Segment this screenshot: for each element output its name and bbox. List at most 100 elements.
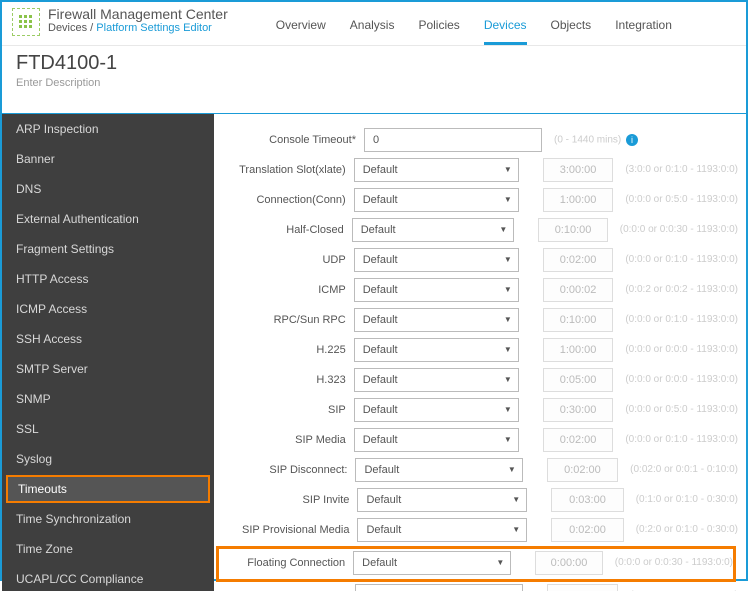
sidebar-item-icmp-access[interactable]: ICMP Access — [2, 294, 214, 324]
top-nav: Overview Analysis Policies Devices Objects In… — [276, 12, 672, 45]
breadcrumb: Devices / Platform Settings Editor — [48, 22, 228, 34]
sidebar-item-time-zone[interactable]: Time Zone — [2, 534, 214, 564]
breadcrumb-current[interactable]: Platform Settings Editor — [96, 22, 212, 34]
chevron-down-icon: ▼ — [504, 165, 512, 174]
select-dropdown[interactable]: Default▼ — [355, 584, 522, 591]
value-display: 0:02:00 — [547, 458, 618, 482]
select-value: Default — [363, 374, 398, 386]
brand: Firewall Management Center Devices / Pla… — [48, 6, 228, 34]
chevron-down-icon: ▼ — [496, 558, 504, 567]
row-label: SIP Invite — [214, 494, 357, 506]
sidebar-item-ucapl-cc-compliance[interactable]: UCAPL/CC Compliance — [2, 564, 214, 591]
sidebar-item-time-synchronization[interactable]: Time Synchronization — [2, 504, 214, 534]
select-value: Default — [366, 494, 401, 506]
select-value: Default — [363, 344, 398, 356]
chevron-down-icon: ▼ — [504, 405, 512, 414]
sidebar-item-snmp[interactable]: SNMP — [2, 384, 214, 414]
row-label: SIP Provisional Media — [214, 524, 357, 536]
select-dropdown[interactable]: Default▼ — [355, 458, 522, 482]
select-dropdown[interactable]: Default ▼ — [354, 158, 519, 182]
row-hint: (0:2:0 or 0:1:0 - 0:30:0) — [636, 524, 738, 535]
value-display: 0:00:02 — [543, 278, 614, 302]
sidebar-item-syslog[interactable]: Syslog — [2, 444, 214, 474]
form-row: SIP InviteDefault▼0:03:00(0:1:0 or 0:1:0… — [214, 486, 738, 513]
form-row: Xlate-PATDefault▼0:00:30(0:0:30 or 0:0:3… — [214, 582, 738, 591]
highlighted-row: Floating ConnectionDefault▼0:00:00(0:0:0… — [216, 546, 736, 582]
chevron-down-icon: ▼ — [504, 345, 512, 354]
select-dropdown[interactable]: Default▼ — [357, 518, 527, 542]
sidebar-item-banner[interactable]: Banner — [2, 144, 214, 174]
chevron-down-icon: ▼ — [508, 465, 516, 474]
select-dropdown[interactable]: Default▼ — [354, 248, 519, 272]
row-hint: (0:0:2 or 0:0:2 - 1193:0:0) — [625, 284, 738, 295]
row-label: H.323 — [214, 374, 354, 386]
row-label: UDP — [214, 254, 354, 266]
row-hint: (0:0:0 or 0:0:30 - 1193:0:0) — [620, 224, 738, 235]
sidebar-item-http-access[interactable]: HTTP Access — [2, 264, 214, 294]
form-row: SIP Provisional MediaDefault▼ 0:02:00 (0:2… — [214, 516, 738, 543]
select-dropdown[interactable]: Default▼ — [354, 428, 519, 452]
breadcrumb-root[interactable]: Devices — [48, 22, 87, 34]
row-hint: (0:0:0 or 0:0:0 - 1193:0:0) — [625, 344, 738, 355]
select-dropdown[interactable]: Default▼ — [353, 551, 511, 575]
nav-overview[interactable]: Overview — [276, 12, 326, 45]
row-label: SIP Disconnect: — [214, 464, 355, 476]
row-hint: (0:0:0 or 0:5:0 - 1193:0:0) — [625, 404, 738, 415]
header: Firewall Management Center Devices / Pla… — [2, 2, 746, 46]
form-row: H.323Default▼ 0:05:00 (0:0:0 or 0:0:0 - 11… — [214, 366, 738, 393]
sidebar-item-arp-inspection[interactable]: ARP Inspection — [2, 114, 214, 144]
value-display: 0:02:00 — [551, 518, 623, 542]
page-description[interactable]: Enter Description — [16, 77, 732, 89]
row-label: Translation Slot(xlate) — [214, 164, 354, 176]
chevron-down-icon: ▼ — [504, 285, 512, 294]
sidebar-item-smtp-server[interactable]: SMTP Server — [2, 354, 214, 384]
sidebar-item-fragment-settings[interactable]: Fragment Settings — [2, 234, 214, 264]
nav-objects[interactable]: Objects — [551, 12, 592, 45]
select-value: Default — [363, 404, 398, 416]
value-display: 0:00:00 — [535, 551, 603, 575]
sidebar-item-ssh-access[interactable]: SSH Access — [2, 324, 214, 354]
value-display: 0:05:00 — [543, 368, 614, 392]
brand-title: Firewall Management Center — [48, 6, 228, 22]
nav-analysis[interactable]: Analysis — [350, 12, 395, 45]
form-row: ICMPDefault▼0:00:02(0:0:2 or 0:0:2 - 119… — [214, 276, 738, 303]
nav-integration[interactable]: Integration — [615, 12, 672, 45]
info-icon[interactable]: i — [626, 134, 638, 146]
row-hint: (0:0:0 or 0:0:30 - 1193:0:0) — [615, 557, 733, 568]
chevron-down-icon: ▼ — [504, 315, 512, 324]
value-display: 1:00:00 — [543, 338, 614, 362]
form-row: Translation Slot(xlate)Default▼3:00:00(3… — [214, 156, 738, 183]
form-row: Half-ClosedDefault▼ 0:10:00 (0:0:0 or 0:0:… — [214, 216, 738, 243]
sidebar-item-ssl[interactable]: SSL — [2, 414, 214, 444]
row-hint: (0:0:0 or 0:1:0 - 1193:0:0) — [625, 254, 738, 265]
value-display: 0:10:00 — [538, 218, 607, 242]
console-timeout-input[interactable] — [364, 128, 542, 152]
sidebar-item-external-authentication[interactable]: External Authentication — [2, 204, 214, 234]
form-row: Console Timeout*(0 - 1440 mins) i — [214, 126, 738, 153]
select-dropdown[interactable]: Default ▼ — [354, 398, 519, 422]
select-dropdown[interactable]: Default▼ — [352, 218, 515, 242]
select-value: Default — [363, 194, 398, 206]
sidebar-item-dns[interactable]: DNS — [2, 174, 214, 204]
sidebar-item-timeouts[interactable]: Timeouts — [6, 475, 210, 503]
nav-policies[interactable]: Policies — [418, 12, 459, 45]
nav-devices[interactable]: Devices — [484, 12, 527, 45]
select-dropdown[interactable]: Default▼ — [354, 368, 519, 392]
select-dropdown[interactable]: Default▼ — [354, 278, 519, 302]
row-label: Half-Closed — [214, 224, 352, 236]
value-display: 0:10:00 — [543, 308, 614, 332]
value-display: 1:00:00 — [543, 188, 614, 212]
row-label: Connection(Conn) — [214, 194, 354, 206]
chevron-down-icon: ▼ — [504, 255, 512, 264]
select-value: Default — [363, 164, 398, 176]
chevron-down-icon: ▼ — [499, 225, 507, 234]
sidebar: ARP InspectionBannerDNSExternal Authenti… — [2, 114, 214, 591]
select-dropdown[interactable]: Default▼ — [354, 188, 519, 212]
select-dropdown[interactable]: Default▼ — [354, 308, 519, 332]
select-dropdown[interactable]: Default▼ — [357, 488, 527, 512]
select-dropdown[interactable]: Default ▼ — [354, 338, 519, 362]
page-title: FTD4100-1 — [16, 52, 732, 75]
select-value: Default — [366, 524, 401, 536]
row-hint: (0:0:0 or 0:0:0 - 1193:0:0) — [625, 374, 738, 385]
row-hint: (3:0:0 or 0:1:0 - 1193:0:0) — [625, 164, 738, 175]
